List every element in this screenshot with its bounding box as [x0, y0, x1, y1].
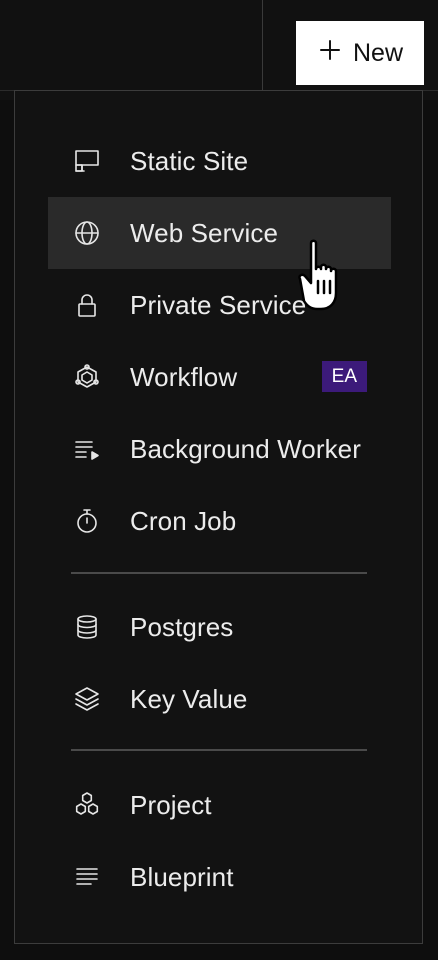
- menu-item-label: Key Value: [130, 683, 248, 714]
- menu-item-label: Private Service: [130, 289, 307, 320]
- lines-icon: [72, 862, 102, 892]
- menu-item-blueprint[interactable]: Blueprint: [48, 841, 391, 913]
- database-icon: [72, 612, 102, 642]
- new-button[interactable]: New: [296, 21, 424, 85]
- menu-item-postgres[interactable]: Postgres: [48, 591, 391, 663]
- menu-item-label: Cron Job: [130, 505, 237, 536]
- workflow-icon: [72, 362, 102, 392]
- menu-item-label: Project: [130, 789, 212, 820]
- new-button-label: New: [352, 38, 403, 67]
- menu-item-label: Workflow: [130, 361, 238, 392]
- menu-item-label: Static Site: [130, 145, 249, 176]
- monitor-icon: [72, 146, 102, 176]
- stopwatch-icon: [72, 506, 102, 536]
- menu-item-web-service[interactable]: Web Service: [48, 197, 391, 269]
- menu-item-project[interactable]: Project: [48, 769, 391, 841]
- menu-item-label: Postgres: [130, 611, 234, 642]
- top-bar-divider: [262, 0, 263, 90]
- globe-icon: [72, 218, 102, 248]
- menu-item-workflow[interactable]: Workflow EA: [48, 341, 391, 413]
- menu-item-background-worker[interactable]: Background Worker: [48, 413, 391, 485]
- menu-item-private-service[interactable]: Private Service: [48, 269, 391, 341]
- layers-icon: [72, 684, 102, 714]
- early-access-badge: EA: [321, 361, 367, 392]
- menu-item-label: Web Service: [130, 217, 279, 248]
- menu-divider: [71, 572, 367, 574]
- menu-item-key-value[interactable]: Key Value: [48, 663, 391, 735]
- lock-icon: [72, 290, 102, 320]
- menu-item-cron-job[interactable]: Cron Job: [48, 485, 391, 557]
- hexagons-icon: [72, 790, 102, 820]
- new-dropdown-menu: Static Site Web Service Private Service …: [14, 90, 423, 944]
- menu-divider: [71, 749, 367, 751]
- plus-icon: [317, 37, 343, 70]
- list-play-icon: [72, 434, 102, 464]
- menu-item-label: Blueprint: [130, 861, 234, 892]
- menu-item-static-site[interactable]: Static Site: [48, 125, 391, 197]
- menu-item-label: Background Worker: [130, 433, 361, 464]
